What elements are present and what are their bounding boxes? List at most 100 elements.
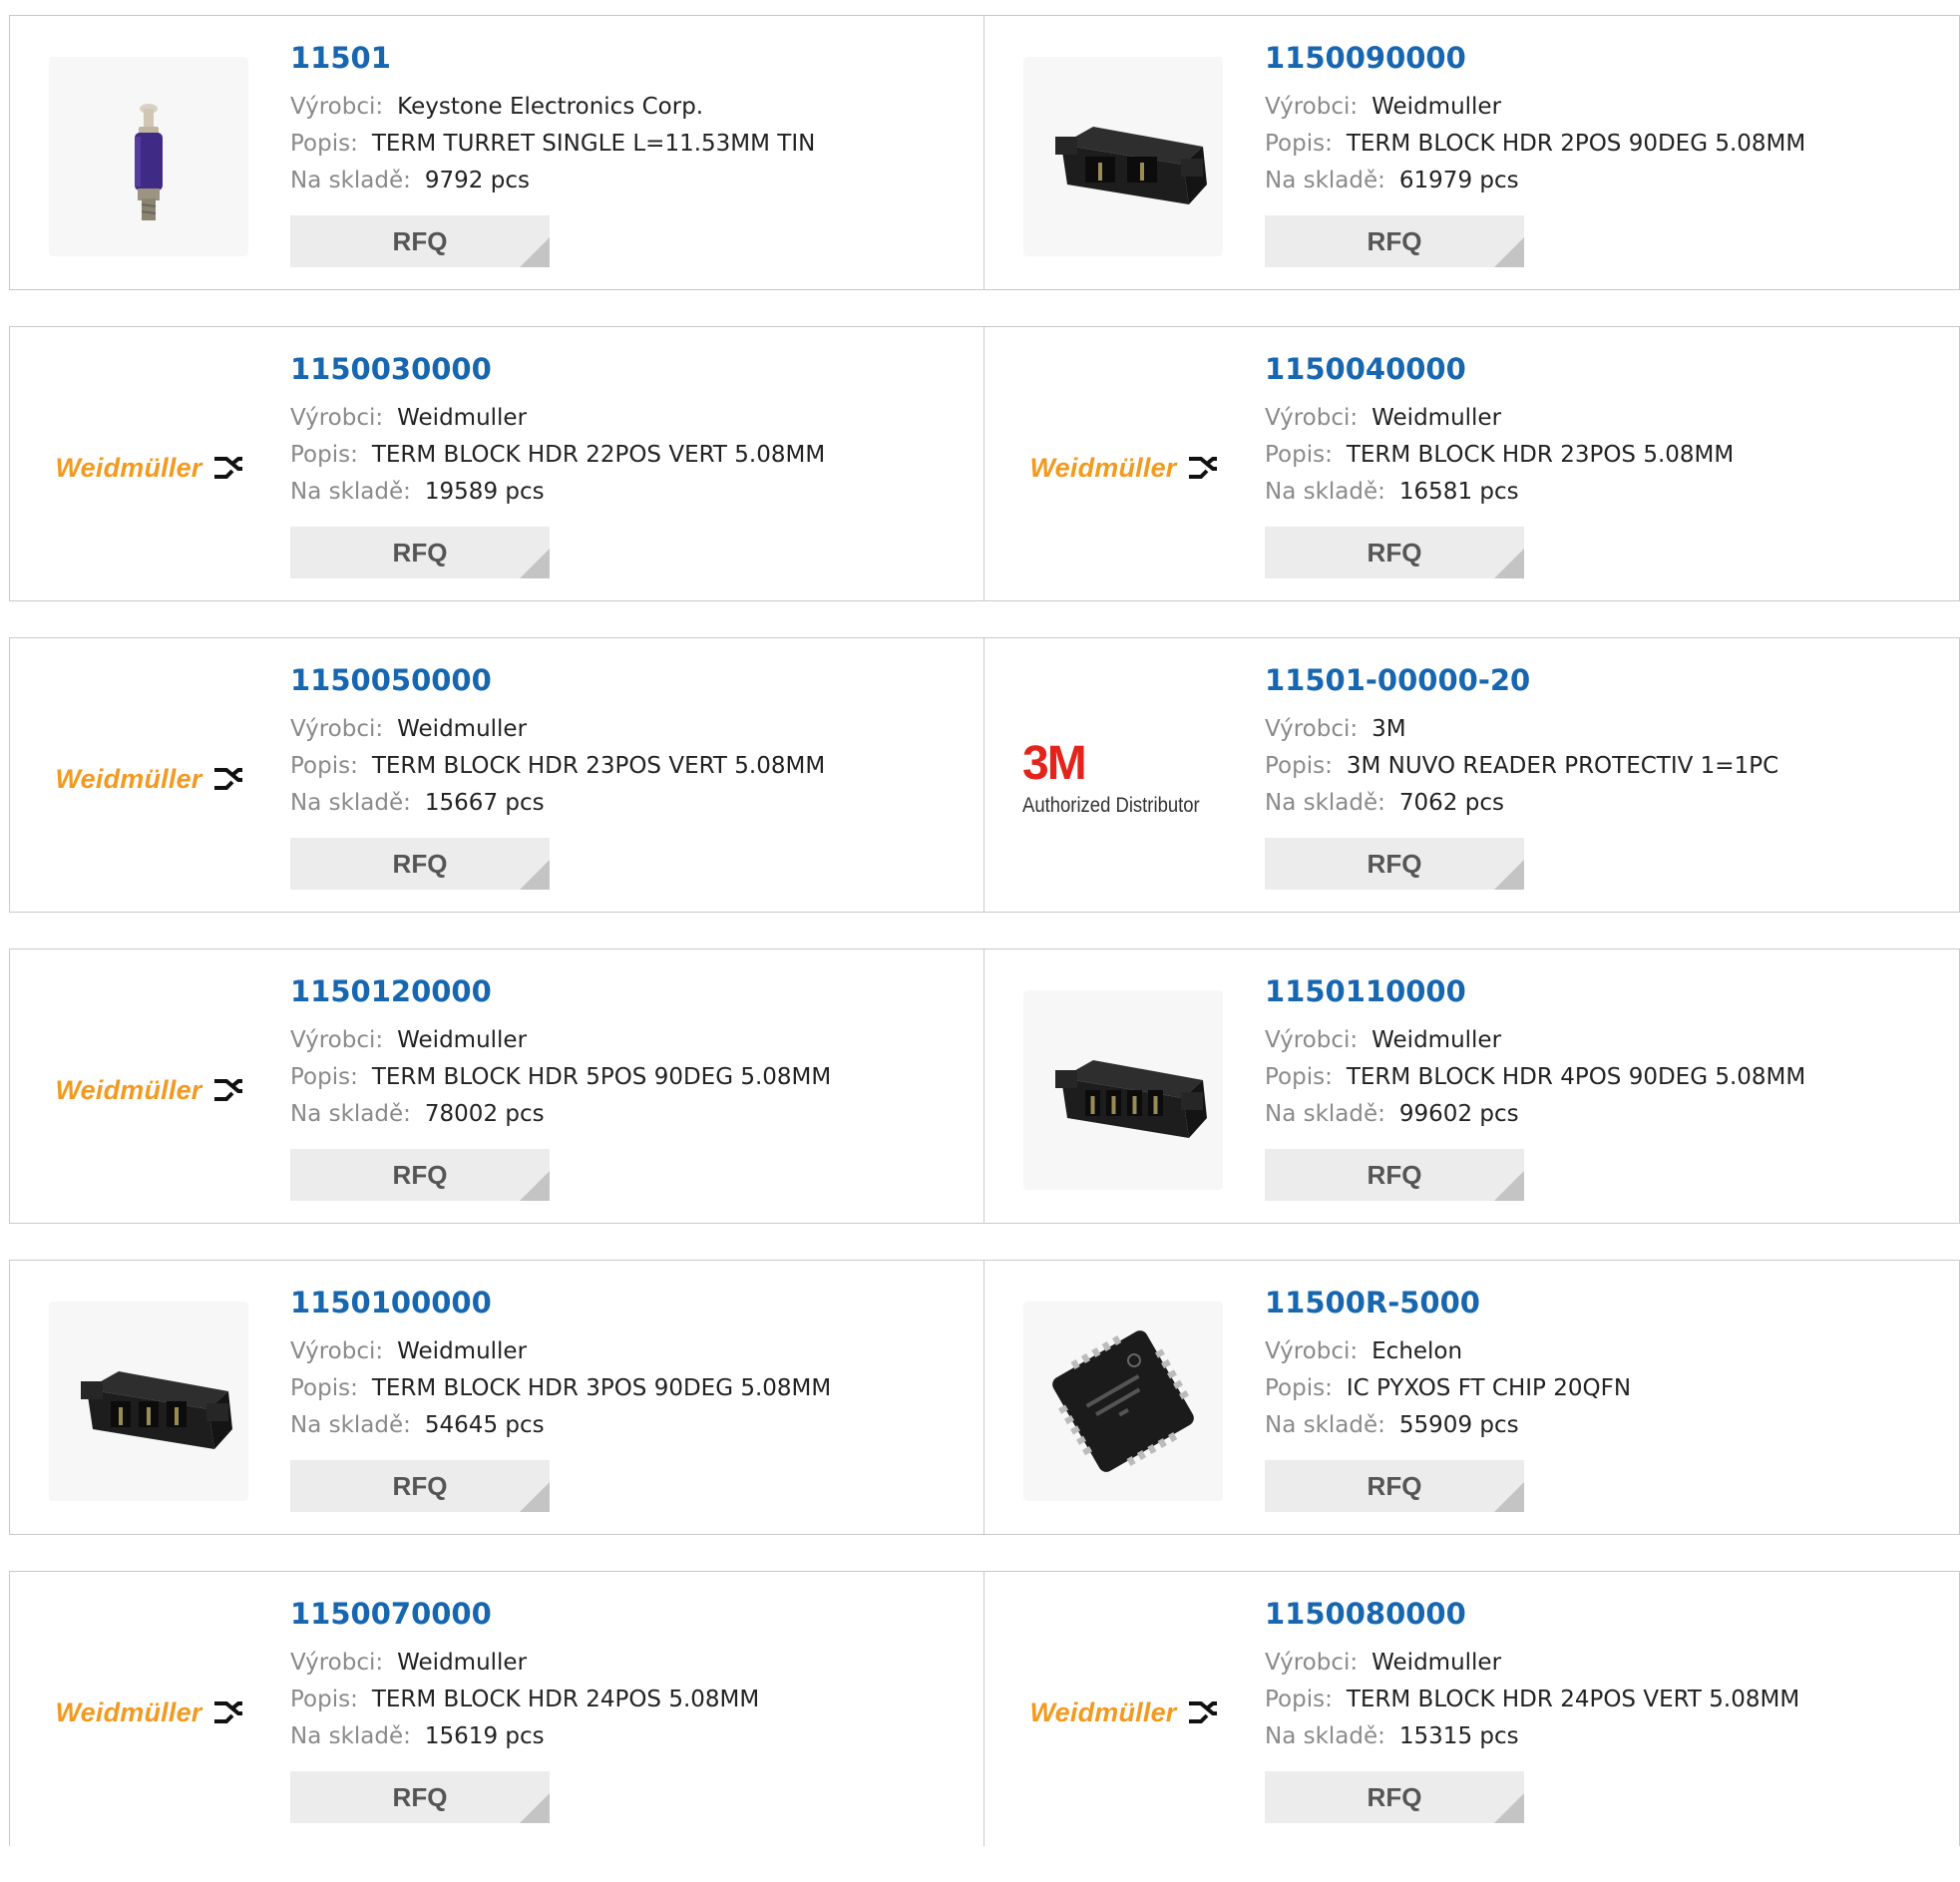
stock-label: Na skladě: — [1265, 168, 1385, 193]
stock-row: Na skladě: 15619 pcs — [290, 1718, 759, 1755]
weidmuller-wordmark: Weidmüller — [1029, 1696, 1177, 1727]
description-value: TERM BLOCK HDR 23POS VERT 5.08MM — [371, 753, 826, 779]
product-image[interactable] — [1023, 57, 1223, 256]
manufacturer-value: Weidmuller — [1372, 405, 1502, 431]
stock-value: 15667 pcs — [424, 790, 545, 816]
product-image[interactable]: Weidmüller — [1023, 368, 1223, 567]
part-number-link[interactable]: 1150100000 — [290, 1289, 831, 1317]
product-info: 1150080000 Výrobci: Weidmuller Popis: TERM… — [1265, 1600, 1799, 1755]
stock-value: 99602 pcs — [1398, 1101, 1519, 1127]
product-image[interactable] — [49, 57, 248, 256]
manufacturer-label: Výrobci: — [290, 1027, 384, 1053]
part-number-link[interactable]: 1150030000 — [290, 355, 825, 384]
part-number-link[interactable]: 11501-00000-20 — [1265, 666, 1778, 695]
rfq-label: RFQ — [1367, 1781, 1422, 1812]
weidmuller-logo: Weidmüller — [55, 1075, 242, 1106]
manufacturer-value: Weidmuller — [397, 405, 528, 431]
description-row: Popis: 3M NUVO READER PROTECTIV 1=1PC — [1265, 748, 1778, 785]
description-label: Popis: — [1265, 1375, 1333, 1401]
manufacturer-row: Výrobci: Weidmuller — [290, 1333, 831, 1370]
manufacturer-row: Výrobci: Weidmuller — [1265, 400, 1734, 437]
terminal-block-4pos-photo — [1055, 1060, 1207, 1138]
rfq-button[interactable]: RFQ — [1265, 838, 1524, 890]
description-row: Popis: TERM BLOCK HDR 3POS 90DEG 5.08MM — [290, 1370, 831, 1407]
manufacturer-value: Weidmuller — [1372, 94, 1502, 120]
rfq-button[interactable]: RFQ — [1265, 527, 1524, 578]
part-number-link[interactable]: 1150070000 — [290, 1600, 759, 1629]
manufacturer-row: Výrobci: Weidmuller — [290, 1645, 759, 1682]
description-label: Popis: — [290, 131, 358, 157]
rfq-label: RFQ — [392, 1781, 448, 1812]
weidmuller-cross-icon — [1188, 457, 1217, 479]
stock-label: Na skladě: — [290, 790, 411, 816]
rfq-button[interactable]: RFQ — [290, 1771, 550, 1823]
description-row: Popis: TERM TURRET SINGLE L=11.53MM TIN — [290, 126, 815, 163]
description-value: TERM BLOCK HDR 2POS 90DEG 5.08MM — [1346, 131, 1806, 157]
description-value: TERM BLOCK HDR 3POS 90DEG 5.08MM — [371, 1375, 832, 1401]
product-card: Weidmüller 1150070000 Výrobci: Weidmuller… — [9, 1571, 984, 1846]
terminal-block-2pos-photo — [1055, 127, 1207, 204]
part-number-link[interactable]: 1150090000 — [1265, 44, 1805, 73]
rfq-label: RFQ — [392, 1470, 448, 1501]
description-label: Popis: — [1265, 1064, 1333, 1090]
rfq-button[interactable]: RFQ — [290, 527, 550, 578]
product-info: 1150030000 Výrobci: Weidmuller Popis: TERM… — [290, 355, 825, 511]
product-image[interactable] — [1023, 1302, 1223, 1501]
rfq-button[interactable]: RFQ — [1265, 1460, 1524, 1512]
part-number-link[interactable]: 1150080000 — [1265, 1600, 1799, 1629]
product-info: 1150100000 Výrobci: Weidmuller Popis: TERM… — [290, 1289, 831, 1444]
turret-terminal-photo — [135, 104, 163, 220]
product-image[interactable]: Weidmüller — [49, 679, 248, 879]
manufacturer-label: Výrobci: — [290, 1650, 384, 1676]
rfq-label: RFQ — [1367, 537, 1422, 567]
description-value: TERM BLOCK HDR 24POS 5.08MM — [371, 1687, 760, 1712]
product-image[interactable]: 3M Authorized Distributor — [1022, 679, 1223, 879]
rfq-button[interactable]: RFQ — [1265, 215, 1524, 267]
weidmuller-wordmark: Weidmüller — [55, 1696, 202, 1727]
product-row: Weidmüller 1150070000 Výrobci: Weidmuller… — [9, 1571, 1960, 1846]
description-value: TERM BLOCK HDR 23POS 5.08MM — [1346, 442, 1735, 468]
part-number-link[interactable]: 1150050000 — [290, 666, 825, 695]
product-image[interactable] — [1023, 990, 1223, 1190]
product-grid: 11501 Výrobci: Keystone Electronics Corp.… — [9, 15, 1960, 1882]
weidmuller-cross-icon — [1188, 1701, 1217, 1723]
part-number-link[interactable]: 1150120000 — [290, 977, 831, 1006]
stock-row: Na skladě: 61979 pcs — [1265, 163, 1805, 199]
product-info: 1150070000 Výrobci: Weidmuller Popis: TERM… — [290, 1600, 759, 1755]
manufacturer-row: Výrobci: Weidmuller — [1265, 89, 1805, 126]
part-number-link[interactable]: 1150110000 — [1265, 977, 1805, 1006]
product-image[interactable] — [49, 1302, 248, 1501]
stock-value: 15619 pcs — [424, 1723, 545, 1749]
weidmuller-wordmark: Weidmüller — [55, 763, 202, 794]
product-card: Weidmüller 1150030000 Výrobci: Weidmuller… — [9, 326, 984, 601]
stock-row: Na skladě: 9792 pcs — [290, 163, 815, 199]
product-image[interactable]: Weidmüller — [49, 368, 248, 567]
rfq-corner-decoration — [520, 1171, 550, 1201]
stock-label: Na skladě: — [1265, 479, 1385, 505]
rfq-button[interactable]: RFQ — [290, 838, 550, 890]
rfq-button[interactable]: RFQ — [1265, 1771, 1524, 1823]
weidmuller-wordmark: Weidmüller — [1029, 452, 1177, 483]
part-number-link[interactable]: 11501 — [290, 44, 815, 73]
description-label: Popis: — [1265, 753, 1333, 779]
product-image[interactable]: Weidmüller — [1023, 1613, 1223, 1812]
rfq-button[interactable]: RFQ — [290, 215, 550, 267]
part-number-link[interactable]: 11500R-5000 — [1265, 1289, 1631, 1317]
description-label: Popis: — [290, 1064, 358, 1090]
product-image[interactable]: Weidmüller — [49, 990, 248, 1190]
product-image[interactable]: Weidmüller — [49, 1613, 248, 1812]
product-card: Weidmüller 1150080000 Výrobci: Weidmuller… — [984, 1571, 1960, 1846]
rfq-button[interactable]: RFQ — [290, 1149, 550, 1201]
product-row: 11501 Výrobci: Keystone Electronics Corp.… — [9, 15, 1960, 290]
manufacturer-label: Výrobci: — [1265, 1650, 1359, 1676]
weidmuller-logo: Weidmüller — [55, 763, 242, 795]
part-number-link[interactable]: 1150040000 — [1265, 355, 1734, 384]
manufacturer-value: Keystone Electronics Corp. — [397, 94, 704, 120]
rfq-button[interactable]: RFQ — [1265, 1149, 1524, 1201]
stock-value: 78002 pcs — [424, 1101, 545, 1127]
stock-row: Na skladě: 78002 pcs — [290, 1096, 831, 1133]
product-row: Weidmüller 1150120000 Výrobci: Weidmuller… — [9, 948, 1960, 1224]
manufacturer-label: Výrobci: — [290, 1338, 384, 1364]
product-card: 1150110000 Výrobci: Weidmuller Popis: TERM… — [984, 948, 1960, 1224]
rfq-button[interactable]: RFQ — [290, 1460, 550, 1512]
